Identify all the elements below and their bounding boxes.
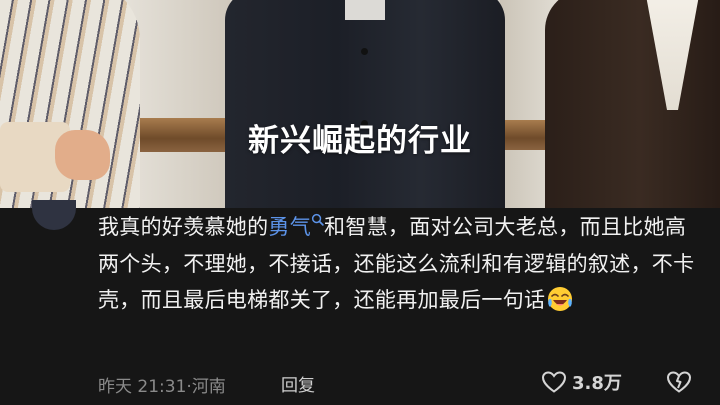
dislike-icon[interactable] xyxy=(666,369,692,395)
heart-icon[interactable] xyxy=(541,370,567,394)
comment-meta: 昨天 21:31·河南 xyxy=(98,372,226,397)
video-caption: 新兴崛起的行业 xyxy=(248,123,472,159)
shirt-collar xyxy=(345,0,385,20)
comment-text: 我真的好羡慕她的勇气 和智慧，面对公司大老总，而且比她高两个头，不理她，不接话，还… xyxy=(98,209,698,319)
comment-time: 昨天 21:31 xyxy=(98,377,187,397)
video-frame[interactable]: 新兴崛起的行业 xyxy=(0,0,720,208)
comment-text-before: 我真的好羡慕她的 xyxy=(98,215,269,239)
laughing-crying-emoji-icon xyxy=(548,287,573,311)
man-in-suit-right xyxy=(545,0,720,208)
keyword-text[interactable]: 勇气 xyxy=(268,215,311,239)
suit-button xyxy=(361,48,368,55)
search-icon[interactable] xyxy=(311,213,324,226)
avatar[interactable] xyxy=(32,200,76,230)
keyword-link[interactable]: 勇气 xyxy=(268,213,324,239)
like-count: 3.8万 xyxy=(572,373,622,394)
reply-button[interactable]: 回复 xyxy=(281,371,315,396)
comment-location: 河南 xyxy=(191,377,226,397)
like-button[interactable]: 3.8万 xyxy=(541,369,622,395)
man-in-suit xyxy=(225,0,505,208)
